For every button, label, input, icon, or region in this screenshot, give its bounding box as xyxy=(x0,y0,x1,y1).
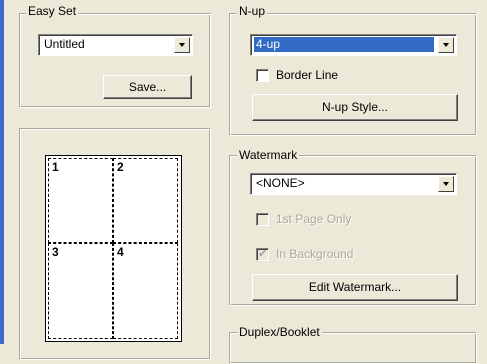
preview-cell-number: 1 xyxy=(52,160,59,174)
nup-select[interactable]: 4-up xyxy=(250,34,457,56)
preview-cell-1: 1 xyxy=(48,158,113,243)
preview-cell-3: 3 xyxy=(48,243,113,339)
easy-set-legend: Easy Set xyxy=(26,4,79,18)
preview-cell-2: 2 xyxy=(113,158,178,243)
preview-cell-number: 4 xyxy=(117,245,124,259)
nup-style-button-label: N-up Style... xyxy=(321,100,389,114)
nup-preview-page: 1 2 3 4 xyxy=(45,155,182,342)
in-background-label[interactable]: In Background xyxy=(276,247,353,261)
duplex-legend: Duplex/Booklet xyxy=(237,325,322,339)
watermark-legend: Watermark xyxy=(237,148,300,162)
chevron-down-icon[interactable] xyxy=(174,37,190,53)
first-page-only-label[interactable]: 1st Page Only xyxy=(276,212,351,226)
watermark-select-value: <NONE> xyxy=(256,176,305,190)
save-button[interactable]: Save... xyxy=(103,75,192,99)
chevron-down-icon[interactable] xyxy=(438,176,454,192)
preview-cell-number: 3 xyxy=(52,245,59,259)
edit-watermark-button[interactable]: Edit Watermark... xyxy=(252,274,458,301)
preview-cell-number: 2 xyxy=(117,160,124,174)
border-line-checkbox[interactable] xyxy=(256,69,269,82)
in-background-checkbox[interactable]: ✔ xyxy=(256,248,269,261)
nup-legend: N-up xyxy=(237,4,268,18)
first-page-only-checkbox[interactable] xyxy=(256,213,269,226)
nup-style-button[interactable]: N-up Style... xyxy=(252,94,458,121)
checkmark-icon: ✔ xyxy=(258,248,268,260)
watermark-select[interactable]: <NONE> xyxy=(250,173,457,195)
preview-cell-4: 4 xyxy=(113,243,178,339)
border-line-label[interactable]: Border Line xyxy=(276,68,338,82)
easy-set-select-value: Untitled xyxy=(44,37,85,51)
edit-watermark-button-label: Edit Watermark... xyxy=(308,280,402,294)
chevron-down-icon[interactable] xyxy=(438,37,454,53)
nup-select-value: 4-up xyxy=(254,37,434,52)
save-button-label: Save... xyxy=(128,80,167,94)
window-left-border xyxy=(0,0,4,344)
easy-set-select[interactable]: Untitled xyxy=(38,34,193,56)
